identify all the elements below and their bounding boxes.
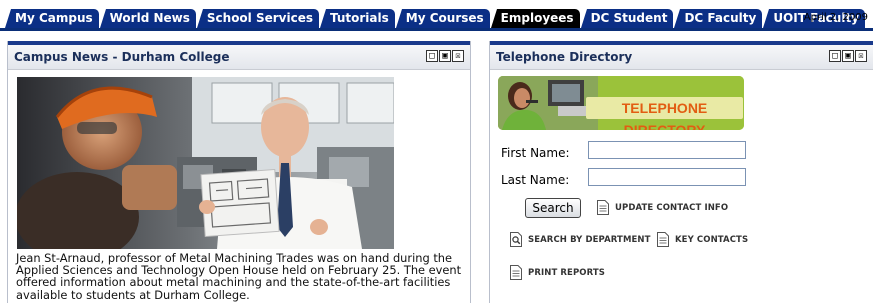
portlet-title: Telephone Directory bbox=[496, 50, 633, 64]
tab-tutorials[interactable]: Tutorials bbox=[320, 9, 395, 28]
print-reports-label: PRINT REPORTS bbox=[528, 267, 605, 278]
tab-world-news[interactable]: World News bbox=[99, 9, 196, 28]
tab-employees[interactable]: Employees bbox=[490, 9, 580, 28]
window-restore-icon[interactable]: ▣ bbox=[439, 50, 451, 62]
window-restore-icon[interactable]: ▣ bbox=[842, 50, 854, 62]
window-minimize-icon[interactable]: □ bbox=[426, 50, 438, 62]
document-icon bbox=[597, 200, 609, 215]
first-name-input[interactable] bbox=[588, 141, 746, 159]
tab-dc-student[interactable]: DC Student bbox=[580, 9, 674, 28]
key-contacts-label: KEY CONTACTS bbox=[675, 234, 749, 245]
window-close-icon[interactable]: ☒ bbox=[452, 50, 464, 62]
window-close-icon[interactable]: ☒ bbox=[855, 50, 867, 62]
news-photo bbox=[17, 77, 394, 249]
current-date: April 2, 2009 bbox=[803, 12, 868, 23]
last-name-input[interactable] bbox=[588, 168, 746, 186]
portlet-controls: □ ▣ ☒ bbox=[426, 50, 464, 62]
top-navigation: My Campus World News School Services Tut… bbox=[0, 0, 873, 31]
update-contact-info-label: UPDATE CONTACT INFO bbox=[615, 202, 729, 213]
portlet-header: Campus News - Durham College □ ▣ ☒ bbox=[8, 41, 470, 70]
first-name-label: First Name: bbox=[501, 146, 570, 160]
key-contacts-link[interactable]: KEY CONTACTS bbox=[657, 232, 748, 247]
tab-my-courses[interactable]: My Courses bbox=[395, 9, 490, 28]
tab-dc-faculty[interactable]: DC Faculty bbox=[674, 9, 763, 28]
document-icon bbox=[510, 265, 522, 280]
portlet-controls: □ ▣ ☒ bbox=[829, 50, 867, 62]
tab-my-campus[interactable]: My Campus bbox=[5, 9, 99, 28]
document-icon bbox=[657, 232, 669, 247]
window-minimize-icon[interactable]: □ bbox=[829, 50, 841, 62]
banner-title: TELEPHONE DIRECTORY bbox=[586, 97, 743, 130]
news-caption: Jean St-Arnaud, professor of Metal Machi… bbox=[16, 251, 462, 302]
search-document-icon bbox=[510, 232, 522, 247]
update-contact-info-link[interactable]: UPDATE CONTACT INFO bbox=[597, 200, 728, 215]
tab-school-services[interactable]: School Services bbox=[196, 9, 319, 28]
search-button[interactable]: Search bbox=[525, 198, 581, 218]
search-by-department-link[interactable]: SEARCH BY DEPARTMENT bbox=[510, 232, 651, 247]
tab-bar-rule bbox=[0, 28, 873, 31]
telephone-directory-portlet: Telephone Directory □ ▣ ☒ TELEPHONE DIRE… bbox=[489, 41, 873, 303]
telephone-directory-banner: TELEPHONE DIRECTORY bbox=[498, 76, 744, 130]
search-by-department-label: SEARCH BY DEPARTMENT bbox=[528, 234, 651, 245]
print-reports-link[interactable]: PRINT REPORTS bbox=[510, 265, 605, 280]
last-name-label: Last Name: bbox=[501, 173, 570, 187]
portlet-title: Campus News - Durham College bbox=[14, 50, 230, 64]
portlet-header: Telephone Directory □ ▣ ☒ bbox=[490, 41, 873, 70]
tab-list: My Campus World News School Services Tut… bbox=[5, 9, 866, 28]
campus-news-portlet: Campus News - Durham College □ ▣ ☒ Jean … bbox=[7, 41, 471, 303]
